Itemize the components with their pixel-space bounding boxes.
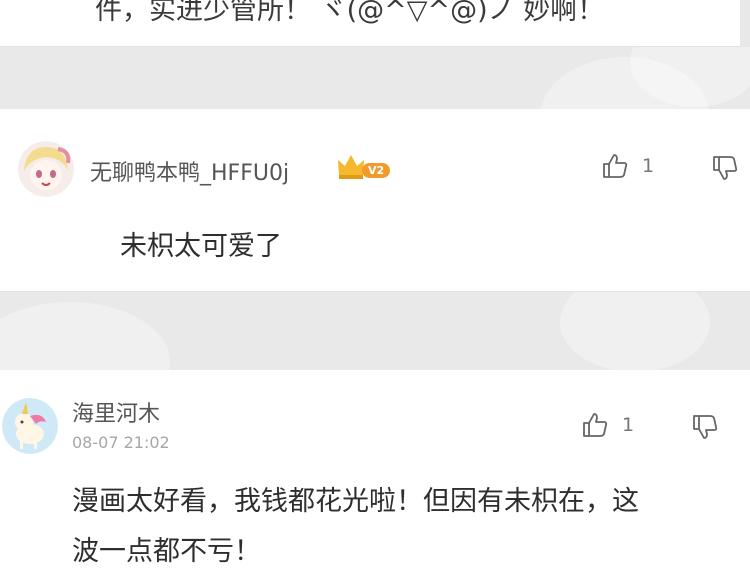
comment-username[interactable]: 无聊鸭本鸭_HFFU0j (90, 155, 289, 187)
vip-level-badge: V2 (362, 163, 391, 178)
comment-separator (0, 47, 750, 109)
thumbs-down-icon (693, 415, 718, 439)
like-button[interactable]: 1 (602, 153, 654, 179)
comment-text-line: 波一点都不亏！ (72, 536, 261, 567)
anime-girl-avatar-icon[interactable] (18, 141, 74, 197)
like-button[interactable]: 1 (582, 412, 634, 438)
like-count: 1 (622, 414, 635, 436)
dislike-button[interactable] (692, 414, 718, 444)
comment-card: 无聊鸭本鸭_HFFU0j V2 1 未枳太可爱了 (0, 109, 750, 292)
like-count: 1 (642, 155, 655, 177)
comment-timestamp: 08-07 21:02 (72, 433, 170, 452)
comment-username[interactable]: 海里河木 (72, 396, 160, 428)
comment-text-line: 漫画太好看，我钱都花光啦！但因有未枳在，这 (72, 486, 639, 517)
thumbs-up-icon (603, 154, 628, 178)
comment-separator (0, 292, 750, 370)
previous-comment-text: 件，实进少管所！ ヾ(@^▽^@)ノ 妙啊！ (95, 0, 605, 26)
comment-card: 海里河木 08-07 21:02 1 漫画太好看，我钱都花光啦！但因有未枳在，这… (0, 370, 750, 585)
comment-text: 未枳太可爱了 (120, 231, 282, 262)
dislike-button[interactable] (712, 155, 738, 185)
thumbs-down-icon (713, 156, 738, 180)
previous-comment-card: 件，实进少管所！ ヾ(@^▽^@)ノ 妙啊！ (0, 0, 740, 47)
thumbs-up-icon (583, 413, 608, 437)
unicorn-avatar-icon[interactable] (2, 398, 58, 454)
